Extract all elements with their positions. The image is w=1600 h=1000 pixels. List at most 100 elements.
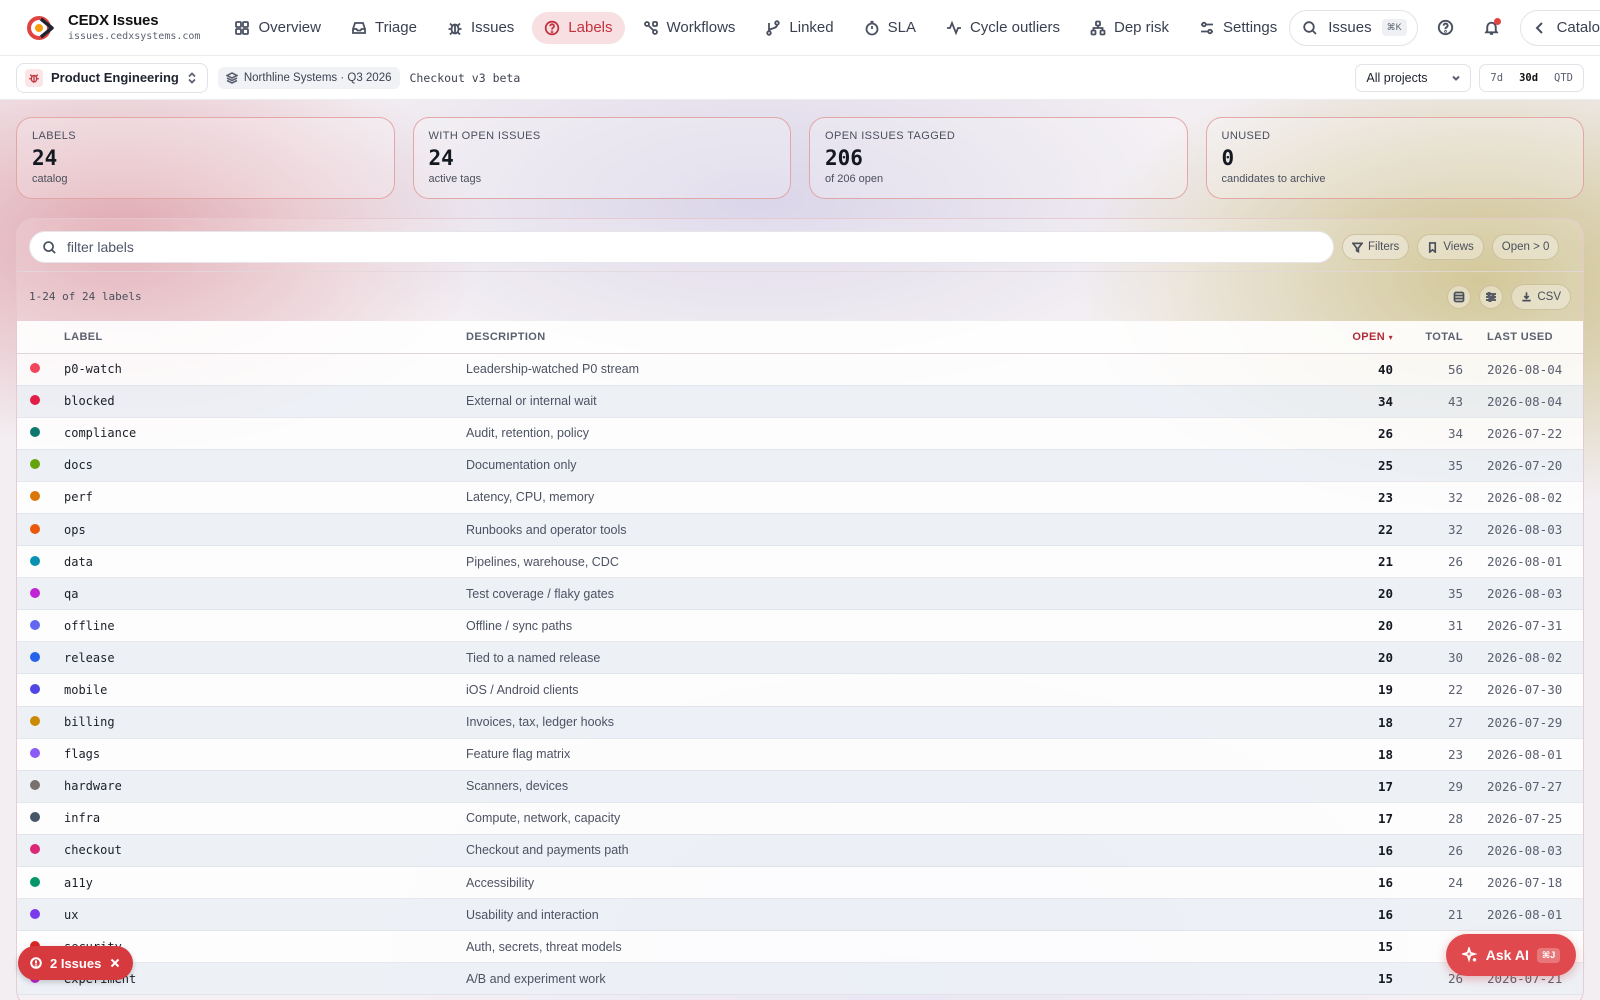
- table-row[interactable]: qa Test coverage / flaky gates 20 35 2026-08…: [17, 577, 1583, 611]
- label-name[interactable]: mobile: [64, 673, 466, 707]
- label-name[interactable]: infra: [64, 802, 466, 835]
- brand[interactable]: CEDX Issues issues.cedxsystems.com: [26, 12, 200, 43]
- label-color-dot: [30, 908, 40, 919]
- table-row[interactable]: ux Usability and interaction 16 21 2026-08-0…: [17, 898, 1583, 932]
- table-row[interactable]: ops Runbooks and operator tools 22 32 2026-0…: [17, 513, 1583, 547]
- label-name[interactable]: perf: [64, 481, 466, 514]
- notifications-button[interactable]: [1474, 10, 1510, 46]
- nav-sla[interactable]: SLA: [852, 12, 928, 44]
- table-row[interactable]: mobile iOS / Android clients 19 22 2026-07-3…: [17, 673, 1583, 707]
- nav-triage-label: Triage: [374, 19, 417, 36]
- total-count: 35: [1393, 577, 1463, 611]
- label-name[interactable]: compliance: [64, 417, 466, 450]
- stat-label: UNUSED: [1221, 130, 1271, 142]
- nav-issues[interactable]: Issues: [435, 12, 526, 44]
- label-name[interactable]: hardware: [64, 770, 466, 803]
- table-row[interactable]: experimentA/B and experiment work1526202…: [17, 962, 1583, 996]
- range-qtd[interactable]: QTD: [1547, 68, 1580, 88]
- org-chip[interactable]: Northline Systems · Q3 2026: [217, 66, 400, 89]
- workspace-name: Product Engineering: [51, 70, 179, 85]
- table-row[interactable]: release Tied to a named release 20 30 2026-0…: [17, 641, 1583, 675]
- sort-desc-icon: ▾: [1388, 332, 1393, 342]
- table-row[interactable]: blocked External or internal wait 34 43 2026…: [17, 385, 1583, 418]
- issues-badge[interactable]: 2 Issues: [18, 946, 134, 980]
- search-icon: [1303, 20, 1317, 35]
- label-name[interactable]: p0-watch: [64, 353, 466, 386]
- label-name[interactable]: data: [64, 545, 466, 579]
- time-range-group: 7d 30d QTD: [1479, 63, 1584, 92]
- columns-button[interactable]: [1479, 284, 1504, 309]
- range-30d[interactable]: 30d: [1512, 68, 1545, 88]
- nav-overview[interactable]: Overview: [222, 12, 333, 44]
- nav-dep-risk[interactable]: Dep risk: [1078, 12, 1181, 44]
- ask-ai-button[interactable]: Ask AI ⌘J: [1446, 934, 1576, 976]
- timer-icon: [865, 20, 879, 35]
- label-description: Accessibility: [466, 866, 1323, 900]
- nav-workflows[interactable]: Workflows: [631, 12, 748, 44]
- label-description: Usability and interaction: [466, 898, 1323, 932]
- nav-settings[interactable]: Settings: [1187, 12, 1289, 44]
- nav-cycle-outliers[interactable]: Cycle outliers: [934, 12, 1072, 44]
- label-description: External or internal wait: [466, 385, 1323, 418]
- last-used-date: 2026-08-03: [1463, 834, 1583, 868]
- nav-triage[interactable]: Triage: [339, 12, 429, 44]
- help-button[interactable]: [1428, 10, 1464, 46]
- nav-labels[interactable]: Labels: [532, 11, 625, 44]
- label-name[interactable]: checkout: [64, 834, 466, 868]
- table-row[interactable]: docs Documentation only 25 35 2026-07-20: [17, 449, 1583, 482]
- label-name[interactable]: qa: [64, 577, 466, 611]
- total-column-header[interactable]: TOTAL: [1393, 321, 1463, 354]
- last-used-date: 2026-07-30: [1463, 673, 1583, 707]
- label-name[interactable]: billing: [64, 706, 466, 739]
- table-row[interactable]: data Pipelines, warehouse, CDC 21 26 2026-08…: [17, 545, 1583, 579]
- range-7d[interactable]: 7d: [1483, 68, 1510, 88]
- table-row[interactable]: hardware Scanners, devices 17 29 2026-07-27: [17, 770, 1583, 803]
- label-description: Latency, CPU, memory: [466, 481, 1323, 514]
- table-row[interactable]: offline Offline / sync paths 20 31 2026-07-3…: [17, 609, 1583, 643]
- label-name[interactable]: ux: [64, 898, 466, 932]
- label-name[interactable]: release: [64, 641, 466, 675]
- filter-labels-input[interactable]: filter labels: [29, 231, 1334, 263]
- label-name[interactable]: offline: [64, 609, 466, 643]
- open-filter-chip[interactable]: Open > 0: [1491, 234, 1560, 260]
- workspace-switcher[interactable]: Product Engineering: [16, 62, 208, 93]
- labels-table: LABEL DESCRIPTION OPEN ▾ TOTAL LAST USED…: [17, 321, 1583, 996]
- label-color-dot: [30, 651, 40, 662]
- global-search-label: Issues: [1328, 19, 1372, 36]
- filters-button[interactable]: Filters: [1342, 234, 1410, 260]
- open-count: 16: [1323, 898, 1393, 932]
- table-row[interactable]: checkout Checkout and payments path 16 26 20…: [17, 834, 1583, 868]
- description-column-header[interactable]: DESCRIPTION: [466, 321, 1323, 354]
- label-color-dot: [30, 876, 40, 887]
- density-button[interactable]: [1447, 284, 1472, 309]
- table-row[interactable]: a11y Accessibility 16 24 2026-07-18: [17, 866, 1583, 900]
- table-row[interactable]: securityAuth, secrets, threat models15: [17, 930, 1583, 964]
- label-column-header[interactable]: LABEL: [64, 321, 466, 354]
- label-color-cell: [17, 641, 64, 675]
- label-name[interactable]: docs: [64, 449, 466, 482]
- label-name[interactable]: ops: [64, 513, 466, 547]
- stat-value: 24: [32, 146, 58, 170]
- nav-linked[interactable]: Linked: [753, 12, 845, 44]
- label-name[interactable]: flags: [64, 738, 466, 771]
- label-name[interactable]: a11y: [64, 866, 466, 900]
- open-column-header[interactable]: OPEN ▾: [1323, 321, 1393, 354]
- total-count: 35: [1393, 449, 1463, 482]
- open-count: 17: [1323, 770, 1393, 803]
- table-row[interactable]: billing Invoices, tax, ledger hooks 18 27 20…: [17, 706, 1583, 739]
- views-button[interactable]: Views: [1417, 234, 1484, 260]
- last-used-column-header[interactable]: LAST USED: [1463, 321, 1583, 354]
- catalog-back-button[interactable]: Catalog: [1519, 9, 1600, 46]
- table-row[interactable]: flags Feature flag matrix 18 23 2026-08-01: [17, 738, 1583, 771]
- table-row[interactable]: perf Latency, CPU, memory 23 32 2026-08-02: [17, 481, 1583, 514]
- project-select[interactable]: All projects: [1355, 63, 1472, 92]
- open-count: 15: [1323, 930, 1393, 964]
- table-row[interactable]: compliance Audit, retention, policy 26 34 20…: [17, 417, 1583, 450]
- label-name[interactable]: blocked: [64, 385, 466, 418]
- label-color-dot: [30, 427, 40, 438]
- table-row[interactable]: infra Compute, network, capacity 17 28 2026-…: [17, 802, 1583, 835]
- csv-export-button[interactable]: CSV: [1511, 283, 1571, 310]
- close-icon[interactable]: [109, 957, 121, 969]
- table-row[interactable]: p0-watch Leadership-watched P0 stream 40 56…: [17, 353, 1583, 386]
- global-search-button[interactable]: Issues ⌘K: [1289, 9, 1418, 46]
